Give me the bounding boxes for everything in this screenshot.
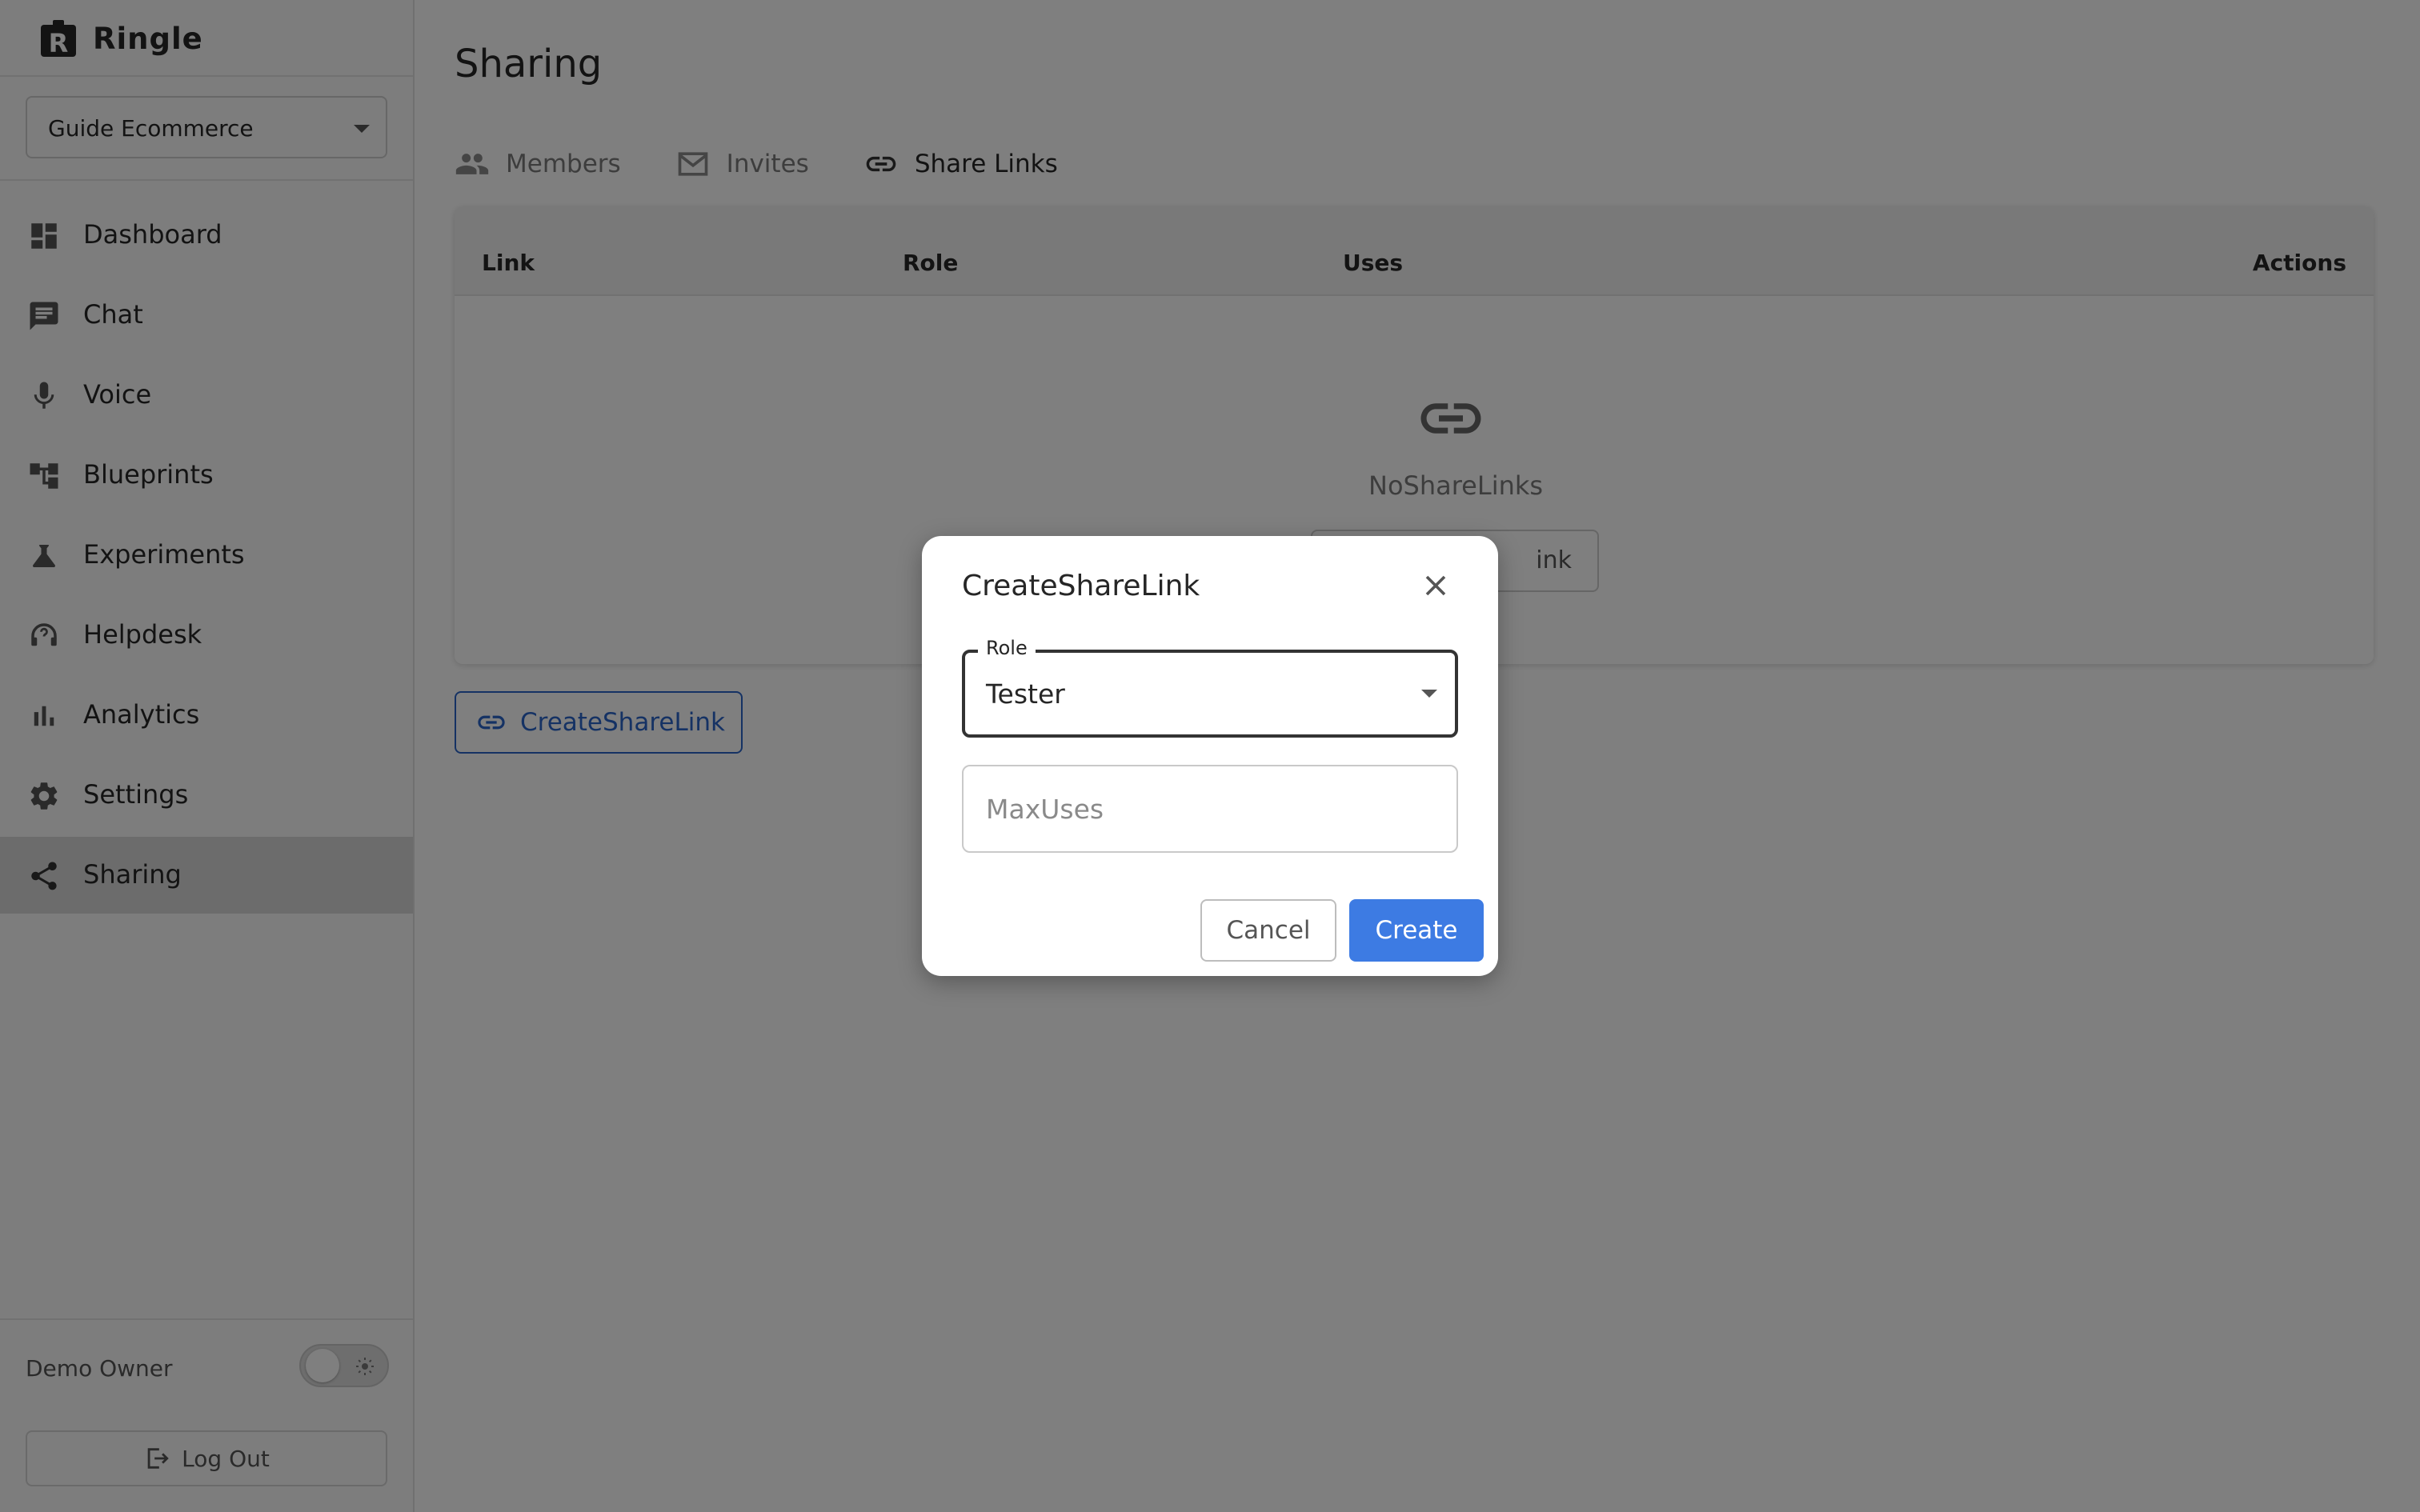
create-button[interactable]: Create (1349, 899, 1484, 962)
create-share-link-dialog: CreateShareLink Role Tester MaxUses Canc… (922, 536, 1498, 976)
chevron-down-icon (1421, 690, 1437, 698)
cancel-button[interactable]: Cancel (1200, 899, 1336, 962)
close-icon[interactable] (1418, 568, 1453, 603)
role-label: Role (978, 637, 1036, 659)
max-uses-placeholder: MaxUses (986, 794, 1104, 825)
role-select[interactable]: Role Tester (962, 637, 1458, 738)
role-select-value: Tester (986, 678, 1065, 710)
dialog-title: CreateShareLink (962, 570, 1200, 602)
max-uses-input[interactable]: MaxUses (962, 765, 1458, 853)
